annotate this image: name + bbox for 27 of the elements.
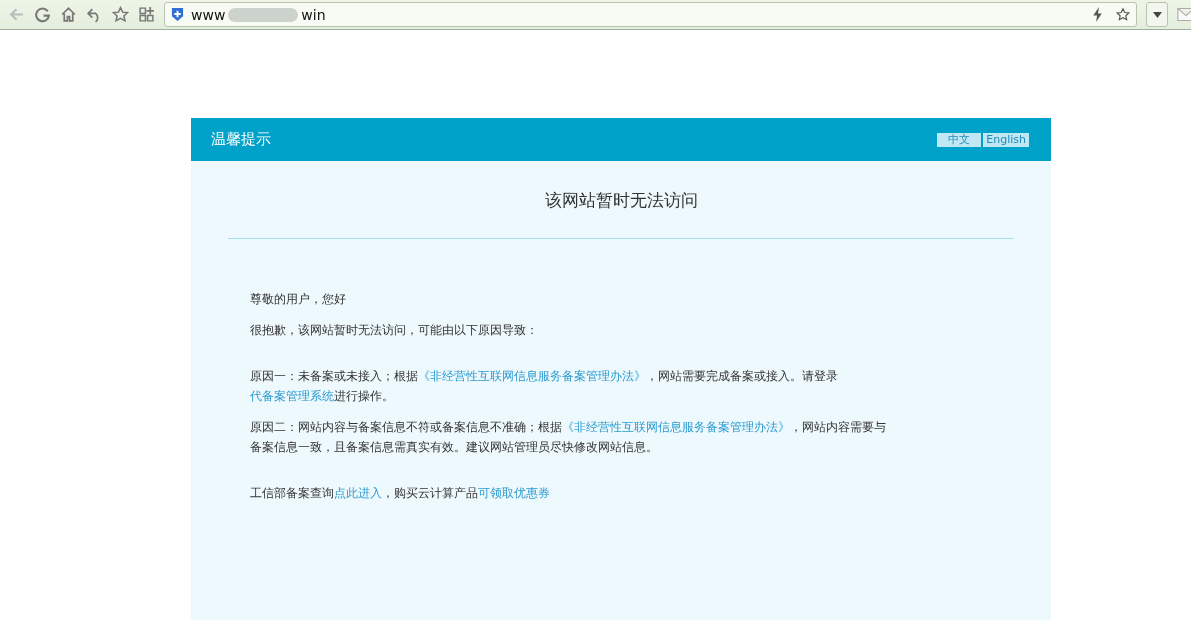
shield-icon (171, 7, 184, 22)
link[interactable]: 点此进入 (334, 486, 382, 500)
paragraph: 很抱歉，该网站暂时无法访问，可能由以下原因导致： (250, 322, 539, 339)
mail-icon[interactable] (1177, 8, 1191, 21)
notice-title: 温馨提示 (211, 130, 271, 149)
paragraph: 工信部备案查询点此进入，购买云计算产品可领取优惠券 (250, 485, 551, 502)
link[interactable]: 《非经营性互联网信息服务备案管理办法》 (562, 420, 790, 434)
paragraph: 尊敬的用户，您好 (250, 291, 347, 308)
apps-icon[interactable] (138, 6, 155, 23)
blurred-region (228, 7, 299, 22)
address-bar[interactable]: www win (164, 2, 1137, 27)
home-icon[interactable] (60, 6, 77, 23)
link[interactable]: 代备案管理系统 (250, 389, 334, 403)
reload-icon[interactable] (34, 6, 51, 23)
star-icon[interactable] (1116, 7, 1130, 22)
star-icon[interactable] (112, 6, 129, 23)
paragraph: 原因一：未备案或未接入；根据《非经营性互联网信息服务备案管理办法》，网站需要完成备案或接入。请登录 代备案管理系统进行操作。 (250, 368, 839, 405)
link[interactable]: 可领取优惠券 (478, 486, 550, 500)
caret-icon (1152, 11, 1162, 18)
page-heading: 该网站暂时无法访问 (543, 189, 699, 212)
language-link[interactable]: English (983, 132, 1029, 147)
link[interactable]: 《非经营性互联网信息服务备案管理办法》 (418, 369, 646, 383)
url-text: win (301, 6, 326, 23)
language-link[interactable]: 中文 (937, 132, 982, 147)
dropdown-button[interactable] (1146, 2, 1168, 27)
paragraph: 原因二：网站内容与备案信息不符或备案信息不准确；根据《非经营性互联网信息服务备案管理办法》，网站内容需要与备案信息一致，且备案信息需真实有效。建议网站管理员尽快修改网站信息。 (250, 419, 887, 456)
url-text: www (191, 6, 226, 23)
